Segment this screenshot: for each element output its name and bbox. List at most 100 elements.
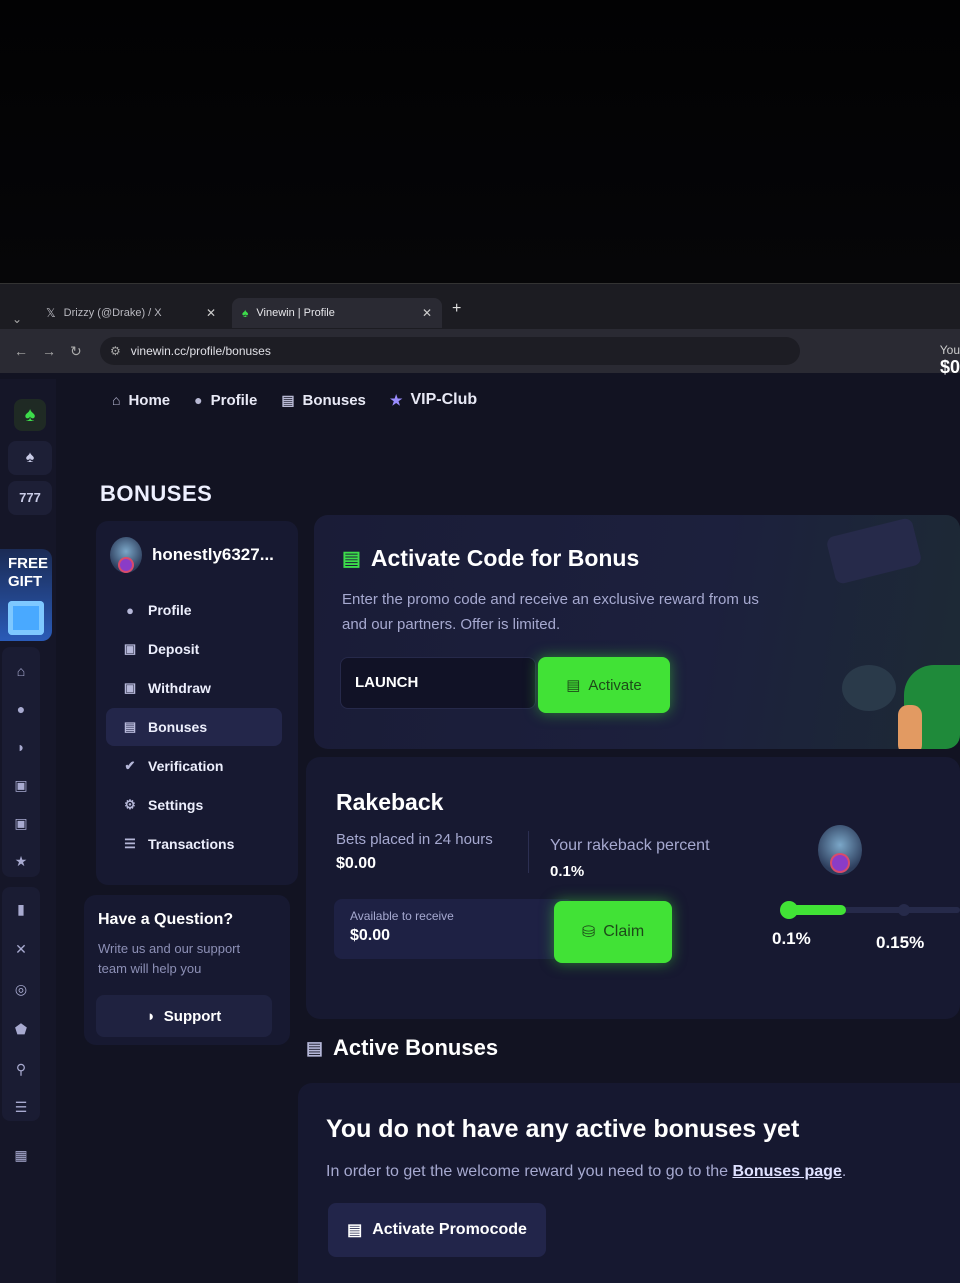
tier-label-next: 0.15% xyxy=(876,933,925,952)
menu-item-verification[interactable]: ✔ Verification xyxy=(106,747,282,785)
check-badge-icon: ✔ xyxy=(124,758,136,773)
nav-label: Bonuses xyxy=(302,391,366,409)
menu-label: Transactions xyxy=(148,836,235,852)
menu-label: Bonuses xyxy=(148,719,208,735)
home-icon: ⌂ xyxy=(112,392,121,408)
profile-menu: ● Profile ▣ Deposit ▣ Withdraw ▤ Bonuses ✔ Ve… xyxy=(106,591,282,864)
nav-bonuses[interactable]: ▤ Bonuses xyxy=(281,391,366,409)
empty-bonuses-card: You do not have any active bonuses yet I… xyxy=(298,1083,960,1283)
shield-icon[interactable]: ⬟ xyxy=(10,1021,32,1043)
percent-label: Your rakeback percent xyxy=(550,837,710,854)
url-field[interactable]: ⚙ vinewin.cc/profile/bonuses xyxy=(100,337,800,365)
reload-icon[interactable]: ↻ xyxy=(70,343,82,360)
list-icon[interactable]: ☰ xyxy=(10,1099,32,1121)
balance-value: $0 xyxy=(939,357,960,377)
help-title: Have a Question? xyxy=(98,911,234,928)
menu-item-withdraw[interactable]: ▣ Withdraw xyxy=(106,669,282,707)
wallet-out-icon[interactable]: ▣ xyxy=(10,815,32,837)
claim-label: Claim xyxy=(603,923,645,940)
empty-title: You do not have any active bonuses yet xyxy=(326,1115,800,1143)
url-text: vinewin.cc/profile/bonuses xyxy=(130,344,271,358)
active-bonuses-title-text: Active Bonuses xyxy=(333,1035,499,1060)
activate-button[interactable]: ▤ Activate xyxy=(538,657,670,713)
poker-icon[interactable]: ♠ xyxy=(8,441,52,475)
wallet-in-icon[interactable]: ▣ xyxy=(10,777,32,799)
activate-promocode-label: Activate Promocode xyxy=(372,1221,527,1238)
activate-label: Activate xyxy=(588,676,642,694)
gear-icon: ⚙ xyxy=(124,797,136,812)
rakeback-title: Rakeback xyxy=(336,789,444,815)
tab-list-chevron-icon[interactable]: ⌄ xyxy=(12,312,22,326)
top-nav: ⌂ Home ● Profile ▤ Bonuses ★ VIP-Club xyxy=(112,391,477,409)
grid-icon[interactable]: ▦ xyxy=(10,1147,32,1169)
person-icon: ● xyxy=(194,392,203,408)
back-arrow-icon[interactable]: ← xyxy=(14,343,28,359)
menu-item-settings[interactable]: ⚙ Settings xyxy=(106,786,282,824)
activate-promocode-button[interactable]: ▤ Activate Promocode xyxy=(328,1203,546,1257)
profile-sidebar: honestly6327... ● Profile ▣ Deposit ▣ Withd… xyxy=(96,521,298,885)
site-settings-icon[interactable]: ⚙ xyxy=(110,344,121,358)
gift-icon: ▤ xyxy=(342,548,361,570)
browser-tab-x[interactable]: 𝕏 Drizzy (@Drake) / X ✕ xyxy=(36,298,226,328)
menu-label: Verification xyxy=(148,758,224,774)
menu-item-deposit[interactable]: ▣ Deposit xyxy=(106,630,282,668)
new-tab-plus-icon[interactable]: + xyxy=(452,300,461,318)
nav-profile[interactable]: ● Profile xyxy=(194,391,257,409)
gift-icon: ▤ xyxy=(347,1222,363,1239)
forward-arrow-icon[interactable]: → xyxy=(42,343,56,359)
vinewin-logo-icon: ♠ xyxy=(242,306,249,320)
bonuses-page-link[interactable]: Bonuses page xyxy=(732,1163,841,1180)
promo-code-input[interactable]: LAUNCH xyxy=(340,657,536,709)
browser-tab-vinewin[interactable]: ♠ Vinewin | Profile ✕ xyxy=(232,298,442,328)
progress-tier-dot xyxy=(898,904,910,916)
ticket-illustration xyxy=(825,517,923,585)
avatar xyxy=(110,537,142,573)
vinewin-logo-icon[interactable]: ♠ xyxy=(14,399,46,431)
close-icon[interactable]: ✕ xyxy=(206,306,216,320)
rakeback-progress-track xyxy=(780,901,960,919)
menu-label: Settings xyxy=(148,797,204,813)
nav-label: VIP-Club xyxy=(410,391,478,408)
nav-label: Home xyxy=(128,391,171,409)
star-icon[interactable]: ★ xyxy=(10,853,32,875)
tab-title: Vinewin | Profile xyxy=(256,307,335,319)
gift-icon: ▤ xyxy=(281,391,295,408)
support-button[interactable]: ◗ Support xyxy=(96,995,272,1037)
headset-icon[interactable]: ◗ xyxy=(10,739,32,761)
support-label: Support xyxy=(163,1007,222,1025)
close-icon[interactable]: ✕ xyxy=(422,306,432,320)
free-gift-banner[interactable]: FREE GIFT xyxy=(0,549,52,641)
person-icon[interactable]: ● xyxy=(10,701,32,723)
nav-vip-club[interactable]: ★ VIP-Club xyxy=(390,391,477,409)
nav-home[interactable]: ⌂ Home xyxy=(112,391,170,409)
book-icon[interactable]: ▮ xyxy=(10,901,32,923)
empty-suffix: . xyxy=(841,1163,847,1180)
menu-item-transactions[interactable]: ☰ Transactions xyxy=(106,825,282,863)
available-value: $0.00 xyxy=(350,927,391,944)
coin-icon[interactable]: ◎ xyxy=(10,981,32,1003)
progress-knob xyxy=(780,901,798,919)
gift-line1: FREE xyxy=(8,555,49,572)
promo-title-text: Activate Code for Bonus xyxy=(370,545,640,571)
tab-title: Drizzy (@Drake) / X xyxy=(63,307,162,319)
claim-button[interactable]: ⛁ Claim xyxy=(554,901,672,963)
monitor-screen: ⌄ 𝕏 Drizzy (@Drake) / X ✕ ♠ Vinewin | Pr… xyxy=(0,283,960,1283)
left-rail: ♠ ♠ 777 FREE GIFT ⌂ ● ◗ ▣ ▣ ★ ▮ ✕ ◎ ⬟ ⚲ … xyxy=(0,379,56,1283)
rank-avatar xyxy=(818,825,862,875)
empty-text: In order to get the welcome reward you n… xyxy=(326,1163,846,1181)
menu-item-bonuses[interactable]: ▤ Bonuses xyxy=(106,708,282,746)
home-icon[interactable]: ⌂ xyxy=(10,663,32,685)
dice-icon[interactable]: ✕ xyxy=(10,941,32,963)
user-header: honestly6327... xyxy=(110,537,274,573)
bets-label: Bets placed in 24 hours xyxy=(336,831,493,848)
star-icon: ★ xyxy=(389,391,403,408)
search-icon[interactable]: ⚲ xyxy=(10,1061,32,1083)
slots-777-icon[interactable]: 777 xyxy=(8,481,52,515)
nav-label: Profile xyxy=(210,391,258,409)
gift-icon: ▤ xyxy=(566,677,581,694)
menu-item-profile[interactable]: ● Profile xyxy=(106,591,282,629)
balance-display: You $0 xyxy=(940,343,960,378)
rakeback-card: Rakeback Bets placed in 24 hours $0.00 Y… xyxy=(306,757,960,1019)
claim-icon: ⛁ xyxy=(581,924,596,941)
promo-title: ▤ Activate Code for Bonus xyxy=(342,545,639,572)
